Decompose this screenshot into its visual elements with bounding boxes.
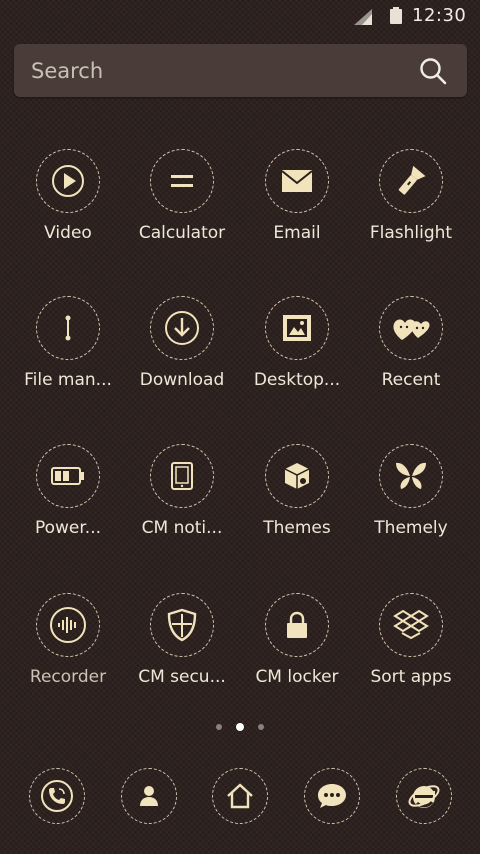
butterfly-icon	[396, 462, 426, 489]
browser-icon	[408, 785, 440, 808]
dock-browser[interactable]	[396, 768, 452, 824]
app-label: CM secu...	[138, 667, 226, 687]
shield-icon	[167, 608, 197, 642]
tablet-icon	[171, 462, 193, 490]
app-label: Calculator	[138, 223, 226, 243]
app-label: Themely	[374, 518, 448, 538]
app-label: Sort apps	[370, 667, 452, 687]
theme-box-icon	[284, 463, 310, 489]
equals-icon	[171, 175, 193, 187]
search-placeholder: Search	[31, 59, 104, 83]
app-label: Recorder	[29, 667, 107, 687]
contacts-icon	[140, 786, 158, 806]
file-manager-icon	[65, 315, 71, 341]
dock-home[interactable]	[212, 768, 268, 824]
battery-icon	[51, 467, 84, 485]
search-icon[interactable]	[419, 57, 447, 85]
app-label: Desktop...	[253, 370, 341, 390]
search-bar[interactable]: Search	[14, 44, 467, 97]
play-icon	[52, 165, 84, 197]
messages-icon	[318, 784, 346, 808]
page-indicator	[0, 723, 480, 734]
app-label: Flashlight	[369, 223, 453, 243]
app-label: Email	[273, 223, 321, 243]
flashlight-icon	[398, 165, 426, 195]
app-label: Recent	[381, 370, 441, 390]
app-label: Video	[44, 223, 92, 243]
envelope-icon	[281, 170, 313, 192]
hearts-icon	[393, 319, 430, 340]
dropbox-icon	[393, 609, 429, 640]
app-label: Themes	[263, 518, 331, 538]
app-label: CM locker	[255, 667, 339, 687]
download-icon	[165, 311, 199, 345]
app-label: File man...	[24, 370, 112, 390]
dock-contacts[interactable]	[121, 768, 177, 824]
lock-icon	[287, 611, 307, 638]
app-label: CM noti...	[141, 518, 223, 538]
status-bar: 12:30	[0, 0, 480, 34]
app-label: Power...	[34, 518, 102, 538]
dock-phone[interactable]	[29, 768, 85, 824]
dock-messages[interactable]	[304, 768, 360, 824]
soundwave-icon	[50, 607, 86, 643]
signal-icon	[354, 9, 372, 25]
app-label: Download	[139, 370, 225, 390]
page-dot[interactable]	[216, 724, 222, 730]
battery-icon	[390, 7, 402, 24]
phone-icon	[41, 780, 73, 812]
clock: 12:30	[412, 5, 467, 26]
page-dot[interactable]	[258, 724, 264, 730]
picture-icon	[283, 315, 311, 341]
home-icon	[227, 783, 253, 809]
page-dot-active[interactable]	[236, 723, 244, 731]
